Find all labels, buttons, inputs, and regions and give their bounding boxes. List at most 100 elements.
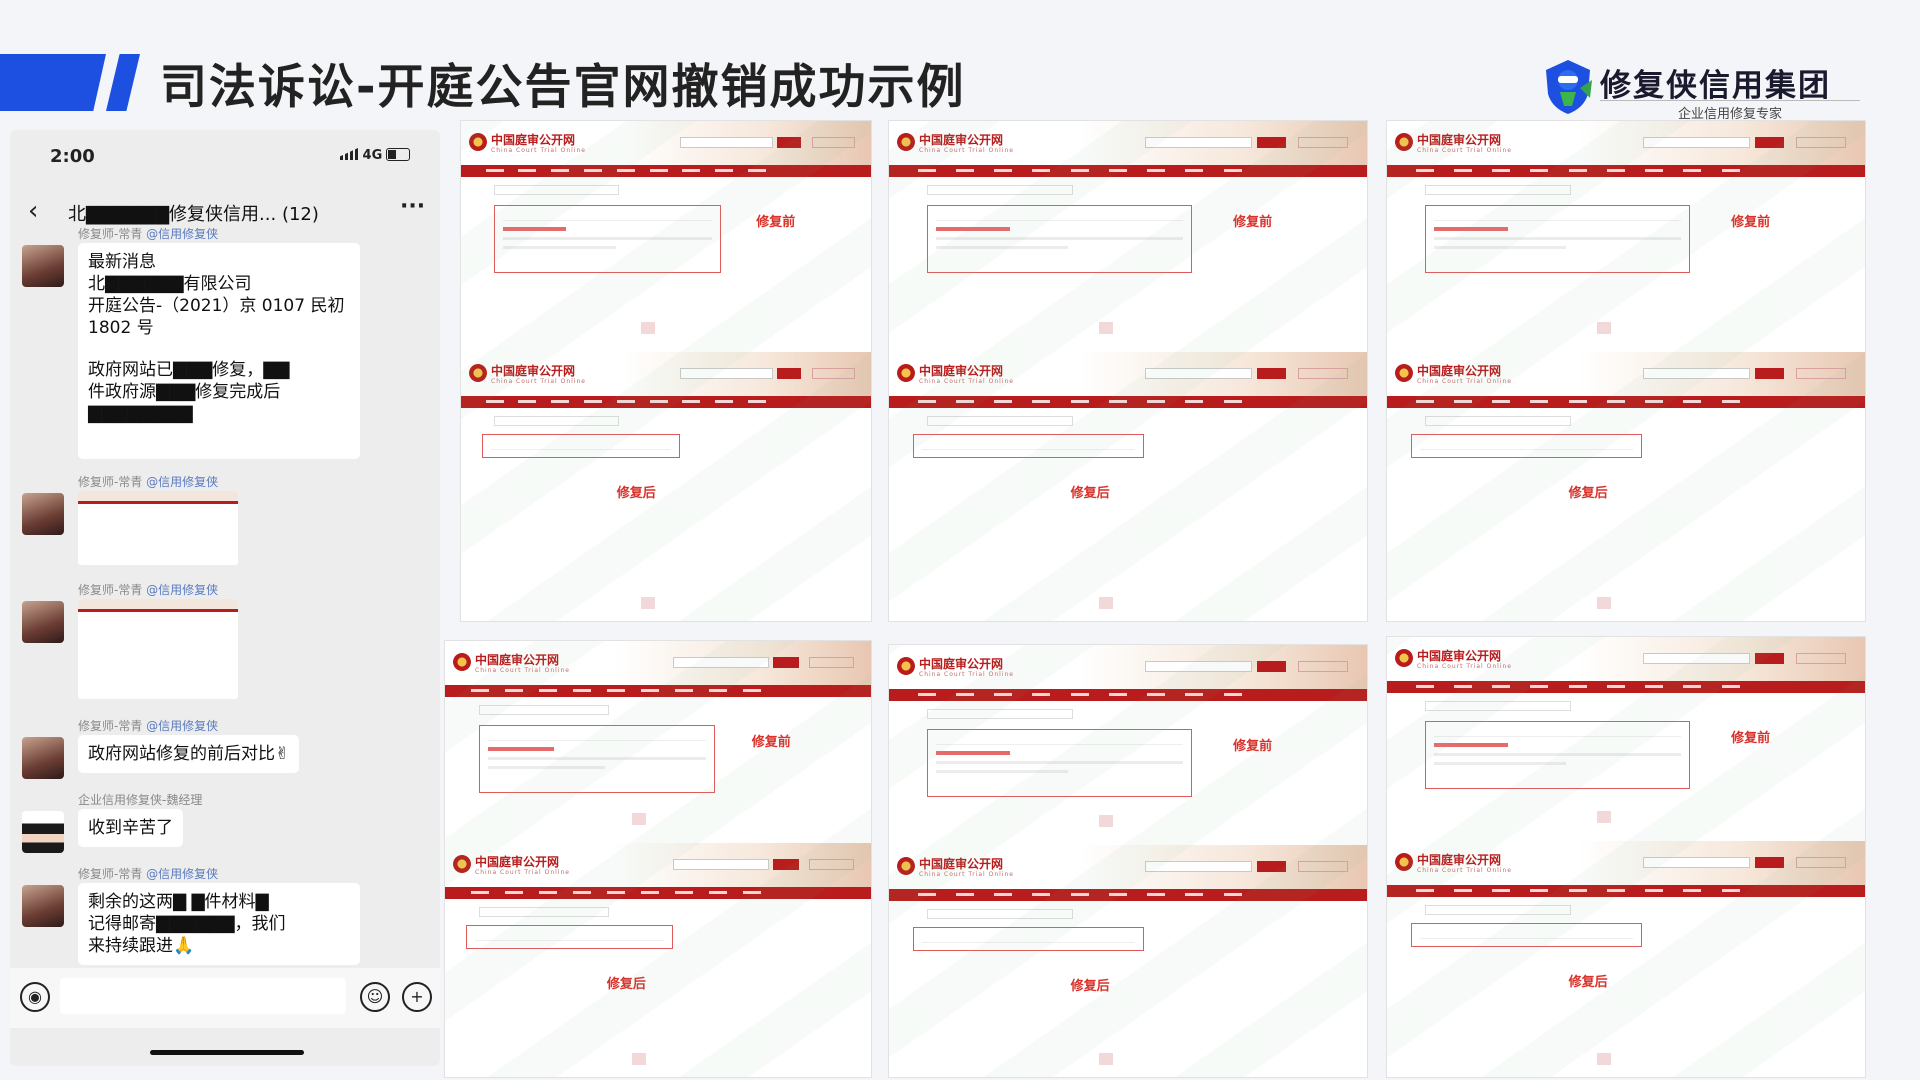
message-sender: 修复师-常青 @信用修复侠 [78, 227, 219, 241]
court-site-header: 中国庭审公开网 China Court Trial Online [889, 645, 1367, 689]
court-emblem-icon [453, 855, 471, 873]
court-search-input [1643, 653, 1751, 664]
chat-header: ‹ 北▇▇▇▇▇▇修复侠信用... (12) ··· [10, 190, 440, 230]
emoji-icon[interactable]: ☺ [360, 982, 390, 1012]
search-result-box [927, 205, 1193, 273]
avatar[interactable] [22, 811, 64, 853]
court-search-button [776, 137, 802, 148]
court-footer-icon [1099, 1053, 1114, 1065]
brand-slogan: 企业信用修复专家 [1600, 100, 1860, 122]
before-repair-label: 修复前 [1233, 215, 1273, 230]
court-site-screenshot: 中国庭审公开网 China Court Trial Online 修复前 [1387, 121, 1865, 346]
court-site-header: 中国庭审公开网 China Court Trial Online [1387, 637, 1865, 681]
court-site-header: 中国庭审公开网 China Court Trial Online [461, 121, 871, 165]
court-site-english-name: China Court Trial Online [919, 378, 1014, 385]
court-footer-icon [641, 322, 656, 334]
court-filter [479, 907, 609, 917]
search-result-box [466, 925, 673, 949]
court-emblem-icon [1395, 133, 1413, 151]
court-advanced-search [1298, 368, 1348, 379]
court-site-screenshot: 中国庭审公开网 China Court Trial Online 修复后 [1387, 352, 1865, 621]
court-site-name: 中国庭审公开网 [919, 657, 1004, 671]
brand-logo: 修复侠信用集团 企业信用修复专家 [1540, 58, 1900, 122]
chat-input-bar: ◉ ☺ + [10, 968, 440, 1028]
court-site-name: 中国庭审公开网 [919, 364, 1004, 378]
after-repair-label: 修复后 [1070, 486, 1110, 501]
before-after-panel: 中国庭审公开网 China Court Trial Online 修复前 中国庭审公开… [1386, 636, 1866, 1078]
court-nav-bar [461, 396, 871, 408]
before-repair-label: 修复前 [1731, 731, 1771, 746]
image-message[interactable] [78, 599, 238, 699]
result-header [488, 732, 707, 741]
result-header [1434, 212, 1682, 221]
court-emblem-icon [897, 657, 915, 675]
court-nav-bar [461, 165, 871, 177]
court-site-name: 中国庭审公开网 [491, 364, 576, 378]
search-result-box [1410, 923, 1643, 947]
message-bubble[interactable]: 剩余的这两▇ ▇件材料▇ 记得邮寄▇▇▇▇▇▇，我们 来持续跟进🙏 [78, 883, 360, 965]
court-site-english-name: China Court Trial Online [1417, 378, 1512, 385]
search-result-box [493, 205, 722, 273]
trial-notice-entry [488, 747, 554, 751]
court-search-button [773, 859, 799, 870]
search-result-box [1410, 434, 1643, 458]
add-icon[interactable]: + [402, 982, 432, 1012]
court-site-english-name: China Court Trial Online [1417, 147, 1512, 154]
search-result-box [481, 434, 681, 458]
avatar[interactable] [22, 601, 64, 643]
court-site-screenshot: 中国庭审公开网 China Court Trial Online 修复后 [889, 352, 1367, 621]
before-after-panel: 中国庭审公开网 China Court Trial Online 修复前中国庭审公开… [888, 120, 1368, 622]
chat-title: 北▇▇▇▇▇▇修复侠信用... (12) [68, 204, 319, 225]
after-repair-label: 修复后 [1568, 486, 1608, 501]
result-header [1419, 930, 1634, 939]
trial-notice-entry [1434, 743, 1508, 747]
avatar[interactable] [22, 885, 64, 927]
message-bubble[interactable]: 收到辛苦了 [78, 809, 183, 847]
result-header [1434, 728, 1682, 737]
trial-notice-entry [1434, 227, 1508, 231]
court-site-header: 中国庭审公开网 China Court Trial Online [889, 845, 1367, 889]
court-emblem-icon [897, 364, 915, 382]
message-bubble[interactable]: 最新消息 北▇▇▇▇▇▇有限公司 开庭公告-（2021）京 0107 民初 18… [78, 243, 360, 459]
court-site-screenshot: 中国庭审公开网 China Court Trial Online 修复前 [1387, 637, 1865, 835]
result-header [936, 736, 1184, 745]
court-search-button [1755, 857, 1784, 868]
before-after-panel: 中国庭审公开网 China Court Trial Online 修复前 中国庭审公开… [444, 640, 872, 1078]
court-search-input [673, 657, 769, 668]
message-input[interactable] [60, 978, 346, 1014]
court-emblem-icon [897, 133, 915, 151]
trial-notice-entry [502, 227, 566, 231]
court-advanced-search [809, 859, 854, 870]
court-site-screenshot: 中国庭审公开网 China Court Trial Online 修复后 [1387, 841, 1865, 1077]
avatar[interactable] [22, 493, 64, 535]
court-filter [493, 185, 619, 195]
status-bar: 2:00 4G [10, 130, 440, 174]
voice-icon[interactable]: ◉ [20, 982, 50, 1012]
more-icon[interactable]: ··· [400, 194, 425, 219]
court-filter [1425, 416, 1571, 426]
court-site-header: 中国庭审公开网 China Court Trial Online [1387, 841, 1865, 885]
court-footer-icon [1099, 322, 1114, 334]
before-repair-label: 修复前 [1731, 215, 1771, 230]
avatar[interactable] [22, 737, 64, 779]
court-advanced-search [1796, 137, 1846, 148]
court-search-input [1145, 137, 1253, 148]
brand-name: 修复侠信用集团 [1600, 68, 1831, 104]
back-icon[interactable]: ‹ [28, 196, 38, 226]
court-search-input [680, 368, 773, 379]
court-search-input [1643, 857, 1751, 868]
court-advanced-search [1298, 661, 1348, 672]
court-footer-icon [1099, 815, 1114, 827]
court-emblem-icon [1395, 649, 1413, 667]
court-emblem-icon [1395, 364, 1413, 382]
court-advanced-search [1298, 137, 1348, 148]
court-emblem-icon [897, 857, 915, 875]
court-nav-bar [1387, 165, 1865, 177]
avatar[interactable] [22, 245, 64, 287]
message-bubble[interactable]: 政府网站修复的前后对比✌ [78, 735, 300, 773]
phone-chat-screenshot: 2:00 4G ‹ 北▇▇▇▇▇▇修复侠信用... (12) ··· 修复师-常… [10, 130, 440, 1066]
court-filter [493, 416, 619, 426]
image-message[interactable] [78, 491, 238, 565]
court-search-input [673, 859, 769, 870]
court-site-screenshot: 中国庭审公开网 China Court Trial Online 修复前 [445, 641, 871, 837]
